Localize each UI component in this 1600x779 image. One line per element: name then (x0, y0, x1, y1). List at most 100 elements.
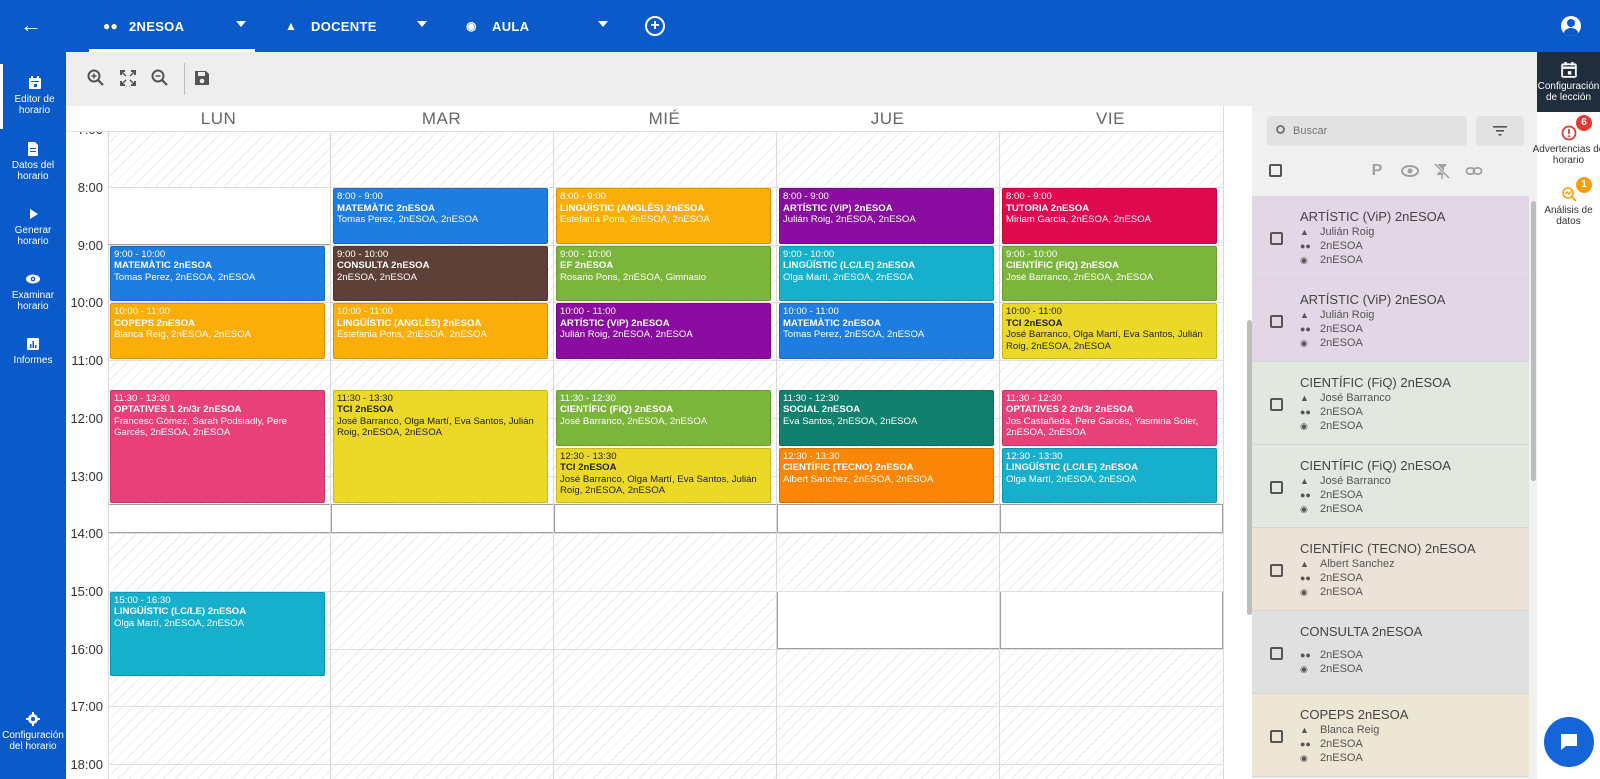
data-analysis-button[interactable]: Análisis de datos 1 (1537, 177, 1600, 236)
account-circle-icon[interactable] (1561, 16, 1581, 36)
lesson-card-checkbox[interactable] (1270, 481, 1283, 494)
search-input[interactable] (1293, 123, 1461, 139)
lesson-event[interactable]: 9:00 - 10:00 EF 2nESOA Rosario Pons, 2nESO… (556, 245, 771, 302)
lesson-card[interactable]: CIENTÍFIC (FiQ) 2nESOA ▲ José Barranco ●● 2n… (1252, 362, 1529, 445)
lesson-card[interactable]: CIENTÍFIC (FiQ) 2nESOA ▲ José Barranco ●● 2n… (1252, 445, 1529, 528)
lesson-event[interactable]: 8:00 - 9:00 MATEMÀTIC 2nESOA Tomas Perez, … (333, 188, 548, 244)
back-arrow-icon[interactable]: ← (18, 12, 44, 38)
nav-item-examine[interactable]: Examinar horario (0, 272, 66, 312)
lesson-event[interactable]: 11:30 - 12:30 SOCIAL 2nESOA Eva Santos, 2n… (779, 389, 994, 446)
event-detail: Blanca Reig, 2nESOA, 2nESOA (114, 329, 252, 341)
lesson-event[interactable]: 11:30 - 13:30 TCI 2nESOA José Barranco, Ol… (333, 389, 548, 504)
lesson-card-list: ARTÍSTIC (ViP) 2nESOA ▲ Julián Roig ●● 2nESO… (1252, 196, 1529, 779)
teacher-chevron-down-icon[interactable] (417, 21, 427, 27)
day-divider (108, 106, 109, 779)
nav-item-editor[interactable]: Editor de horario (0, 64, 66, 129)
warnings-count-badge: 6 (1576, 115, 1592, 131)
lesson-card-title: CIENTÍFIC (FiQ) 2nESOA (1300, 375, 1451, 390)
panel-scrollbar[interactable] (1531, 201, 1536, 481)
free-slot[interactable] (108, 504, 331, 534)
lesson-event[interactable]: 10:00 - 11:00 LINGÜÍSTIC (ANGLÈS) 2nESOA E… (333, 303, 548, 360)
lesson-event[interactable]: 10:00 - 11:00 TCI 2nESOA José Barranco, Ol… (1002, 303, 1217, 360)
lesson-config-button[interactable]: Configuración de lección (1537, 52, 1600, 112)
lesson-card-checkbox[interactable] (1270, 398, 1283, 411)
lesson-card-checkbox[interactable] (1270, 730, 1283, 743)
lesson-event[interactable]: 11:30 - 13:30 OPTATIVES 1 2n/3r 2nESOA Fra… (110, 389, 325, 504)
zoom-out-icon[interactable] (150, 68, 170, 88)
lesson-card[interactable]: ARTÍSTIC (ViP) 2nESOA ▲ Julián Roig ●● 2nESO… (1252, 279, 1529, 362)
event-subject: OPTATIVES 2 2n/3r 2nESOA (1006, 404, 1134, 416)
free-slot[interactable] (1000, 590, 1223, 649)
people-icon: ●● (1300, 490, 1311, 500)
lesson-event[interactable]: 9:00 - 10:00 LINGÜÍSTIC (LC/LE) 2nESOA Olg… (779, 245, 994, 302)
lesson-card-teacher-text: Julián Roig (1320, 226, 1375, 238)
lesson-card-checkbox[interactable] (1270, 232, 1283, 245)
lesson-card-title: CONSULTA 2nESOA (1300, 624, 1423, 639)
lesson-card[interactable]: CONSULTA 2nESOA ●● 2nESOA ◉ 2nESOA (1252, 611, 1529, 694)
free-slot[interactable] (331, 504, 554, 534)
people-icon: ●● (1300, 241, 1311, 251)
eye-icon[interactable] (1401, 162, 1419, 180)
lesson-event[interactable]: 8:00 - 9:00 TUTORIA 2nESOA Miriam Garcia, … (1002, 188, 1217, 244)
lesson-card-room: ◉ 2nESOA (1300, 586, 1363, 598)
lesson-event[interactable]: 12:30 - 13:30 TCI 2nESOA José Barranco, Ol… (556, 447, 771, 504)
lesson-event[interactable]: 11:30 - 12:30 CIENTÍFIC (FiQ) 2nESOA José … (556, 389, 771, 446)
search-box[interactable] (1267, 116, 1467, 146)
lesson-card-checkbox[interactable] (1270, 647, 1283, 660)
lesson-event[interactable]: 12:30 - 13:30 CIENTÍFIC (TECNO) 2nESOA Alb… (779, 447, 994, 504)
free-slot[interactable] (108, 187, 331, 245)
lesson-event[interactable]: 10:00 - 11:00 MATEMÀTIC 2nESOA Tomas Perez… (779, 303, 994, 360)
lesson-card-teacher-text: Blanca Reig (1320, 724, 1380, 736)
lesson-event[interactable]: 8:00 - 9:00 ARTÍSTIC (ViP) 2nESOA Julián R… (779, 188, 994, 244)
warnings-button[interactable]: Advertencias de horario 6 (1533, 115, 1600, 180)
free-slot[interactable] (554, 504, 777, 534)
room-selector[interactable]: ◉ AULA (466, 0, 529, 52)
filter-icon (1493, 126, 1507, 136)
lesson-event[interactable]: 12:30 - 13:30 LINGÜÍSTIC (LC/LE) 2nESOA Ol… (1002, 447, 1217, 504)
add-circle-icon[interactable]: + (645, 16, 665, 36)
day-header: JUE (870, 109, 905, 128)
lesson-event[interactable]: 8:00 - 9:00 LINGÜÍSTIC (ANGLÈS) 2nESOA Est… (556, 188, 771, 244)
lesson-card[interactable]: CIENTÍFIC (TECNO) 2nESOA ▲ Albert Sanchez ●… (1252, 528, 1529, 611)
lesson-card[interactable]: ARTÍSTIC (ViP) 2nESOA ▲ Julián Roig ●● 2nESO… (1252, 196, 1529, 279)
lesson-event[interactable]: 15:00 - 16:30 LINGÜÍSTIC (LC/LE) 2nESOA Ol… (110, 591, 325, 677)
chat-button[interactable] (1544, 717, 1594, 767)
select-all-checkbox[interactable] (1269, 164, 1282, 177)
lesson-card-title: COPEPS 2nESOA (1300, 707, 1409, 722)
lesson-event[interactable]: 10:00 - 11:00 ARTÍSTIC (ViP) 2nESOA Julián… (556, 303, 771, 360)
nav-item-data[interactable]: Datos del horario (0, 142, 66, 182)
lesson-event[interactable]: 9:00 - 10:00 CIENTÍFIC (FiQ) 2nESOA José B… (1002, 245, 1217, 302)
event-subject: TCI 2nESOA (560, 462, 617, 474)
lesson-card[interactable]: COPEPS 2nESOA ▲ Blanca Reig ●● 2nESOA ◉ 2nESOA (1252, 694, 1529, 777)
teacher-selector-label: DOCENTE (311, 18, 377, 34)
zoom-in-icon[interactable] (86, 68, 106, 88)
event-detail: José Barranco, 2nESOA, 2nESOA (1006, 271, 1154, 283)
free-slot[interactable] (777, 504, 1000, 534)
lesson-card-checkbox[interactable] (1270, 315, 1283, 328)
lesson-event[interactable]: 11:30 - 12:30 OPTATIVES 2 2n/3r 2nESOA Jos… (1002, 389, 1217, 446)
group-selector[interactable]: ●● 2NESOA (103, 0, 184, 52)
free-slot[interactable] (777, 590, 1000, 649)
lesson-event[interactable]: 9:00 - 10:00 MATEMÀTIC 2nESOA Tomas Perez,… (110, 245, 325, 302)
nav-item-generate[interactable]: Generar horario (0, 207, 66, 247)
teacher-selector[interactable]: ▲ DOCENTE (285, 0, 377, 52)
nav-item-settings[interactable]: Configuración del horario (0, 712, 66, 752)
lesson-event[interactable]: 10:00 - 11:00 COPEPS 2nESOA Blanca Reig, 2… (110, 303, 325, 360)
link-icon[interactable] (1465, 162, 1483, 180)
report-icon (27, 338, 39, 350)
room-chevron-down-icon[interactable] (598, 21, 608, 27)
nav-item-reports[interactable]: Informes (0, 337, 66, 366)
location-pin-icon: ◉ (466, 19, 477, 33)
lesson-card-room-text: 2nESOA (1320, 254, 1363, 266)
pin-off-icon[interactable] (1433, 162, 1451, 180)
parking-icon[interactable]: P (1368, 162, 1386, 180)
save-icon[interactable] (192, 68, 212, 88)
lesson-card-checkbox[interactable] (1270, 564, 1283, 577)
group-chevron-down-icon[interactable] (236, 21, 246, 27)
hour-gridline (108, 764, 1223, 765)
lesson-event[interactable]: 9:00 - 10:00 CONSULTA 2nESOA 2nESOA, 2nESO… (333, 245, 548, 302)
group-selector-label: 2NESOA (129, 18, 185, 34)
fit-screen-icon[interactable] (118, 68, 138, 88)
free-slot[interactable] (1000, 504, 1223, 534)
filter-button[interactable] (1476, 116, 1524, 146)
